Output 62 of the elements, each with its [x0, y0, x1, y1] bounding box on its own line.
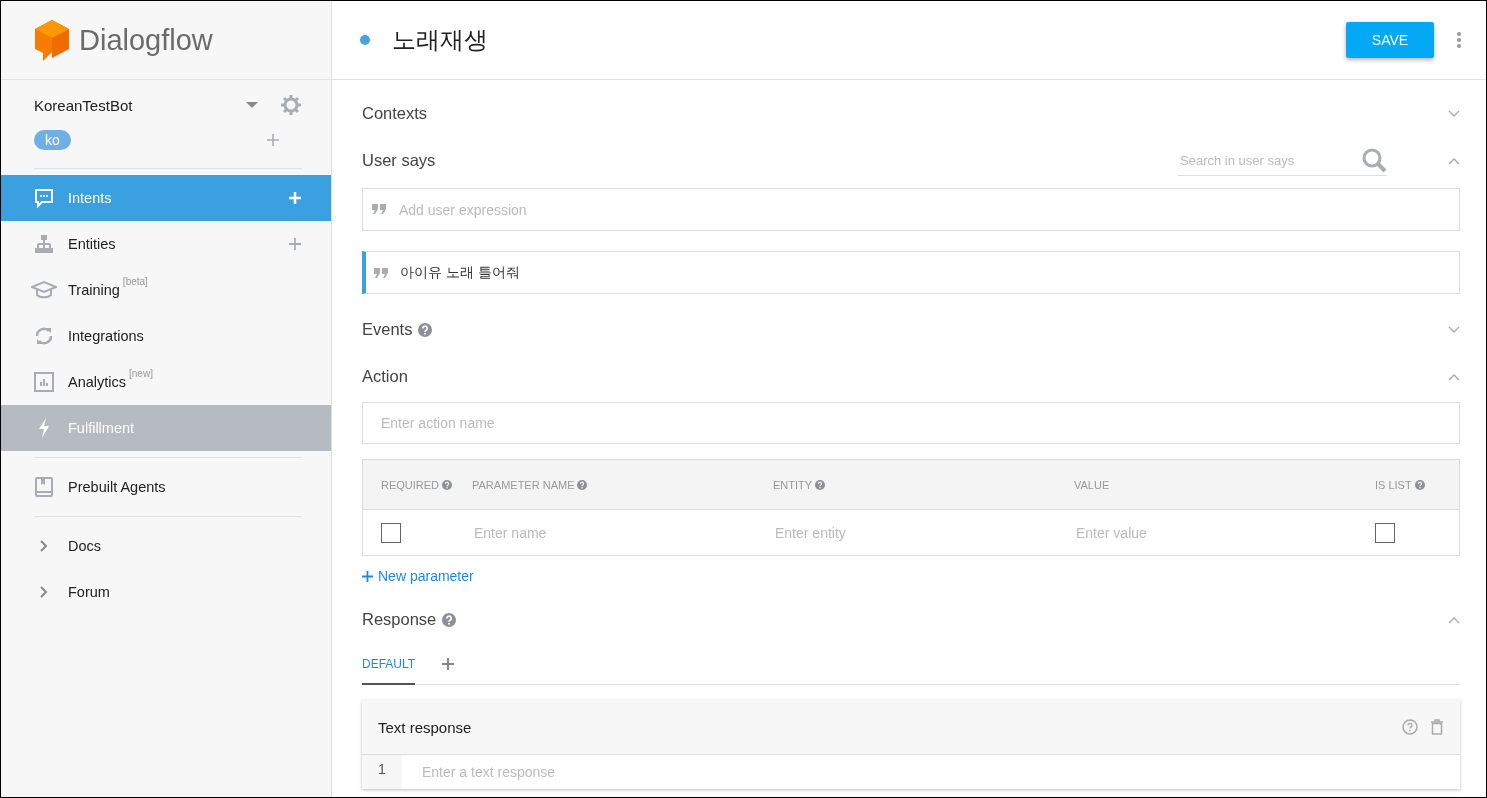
card-title: Text response	[378, 718, 473, 736]
plus-icon[interactable]	[266, 133, 280, 147]
action-name-field[interactable]: Enter action name	[362, 402, 1460, 444]
checkbox[interactable]	[381, 522, 401, 543]
agent-name: KoreanTestBot	[34, 96, 134, 114]
line-number: 1	[362, 755, 402, 789]
tag-label: [beta]	[122, 276, 148, 287]
tab[interactable]: DEFAULT	[362, 642, 416, 685]
lightning-bolt-icon	[37, 418, 51, 438]
column-header: REQUIRED	[381, 478, 440, 491]
chevron-up-icon[interactable]	[1448, 615, 1460, 624]
chevron-right-icon	[40, 586, 48, 598]
quote-icon	[374, 267, 388, 278]
chevron-up-icon[interactable]	[1448, 372, 1460, 381]
column-header: ENTITY	[773, 478, 813, 491]
hierarchy-icon	[34, 234, 54, 254]
chevron-down-icon[interactable]	[1448, 325, 1460, 334]
new-parameter-link[interactable]: New parameter	[362, 568, 474, 584]
sidebar-item[interactable]: Integrations	[1, 313, 331, 359]
section-title: Events	[362, 320, 413, 339]
trash-icon[interactable]	[1430, 719, 1444, 735]
column-header: VALUE	[1074, 478, 1110, 491]
refresh-arrows-icon	[33, 325, 55, 347]
caret-down-icon[interactable]	[246, 102, 258, 108]
plus-icon	[362, 570, 373, 582]
sidebar-item[interactable]: Forum	[1, 569, 331, 615]
text-response-field[interactable]: Enter a text response	[420, 763, 1460, 781]
book-icon	[34, 477, 54, 497]
column-header: IS LIST	[1375, 478, 1412, 491]
plus-icon[interactable]	[441, 656, 456, 671]
search-icon	[1361, 147, 1387, 173]
gear-icon[interactable]	[280, 94, 302, 116]
sidebar-item[interactable]: Training [beta]	[1, 267, 331, 313]
chevron-down-icon[interactable]	[1448, 109, 1460, 118]
sidebar-item[interactable]: Docs	[1, 523, 331, 569]
logo-text: Dialogflow	[79, 23, 213, 57]
sidebar-item[interactable]: Prebuilt Agents	[1, 464, 331, 510]
tag-label: [new]	[129, 368, 153, 379]
chat-bubble-icon	[34, 188, 54, 208]
dot-icon	[360, 35, 370, 45]
expression-row[interactable]: 아이유 노래 틀어줘	[362, 251, 1460, 294]
sidebar-item[interactable]: Entities	[1, 221, 331, 267]
search-field[interactable]: Search in user says	[1178, 151, 1361, 169]
help-outline-icon[interactable]	[1402, 719, 1418, 735]
section-title: Contexts	[362, 104, 428, 123]
intent-title: 노래재생	[392, 25, 489, 55]
section-title: Response	[362, 610, 437, 629]
column-header: PARAMETER NAME	[472, 478, 575, 491]
cube-logo-icon	[33, 18, 71, 62]
expression-text: 아이유 노래 틀어줘	[400, 263, 520, 282]
bar-chart-icon	[34, 372, 54, 392]
plus-icon[interactable]	[288, 237, 302, 251]
more-vertical-icon[interactable]	[1456, 31, 1462, 49]
sidebar-item[interactable]: Analytics [new]	[1, 359, 331, 405]
expression-input[interactable]: Add user expression	[362, 188, 1460, 231]
chevron-up-icon[interactable]	[1448, 156, 1460, 165]
section-title: Action	[362, 367, 408, 386]
checkbox[interactable]	[1375, 522, 1395, 543]
chevron-right-icon	[40, 540, 48, 552]
quote-icon	[372, 204, 386, 214]
mortarboard-icon	[31, 280, 57, 300]
section-title: User says	[362, 151, 436, 170]
